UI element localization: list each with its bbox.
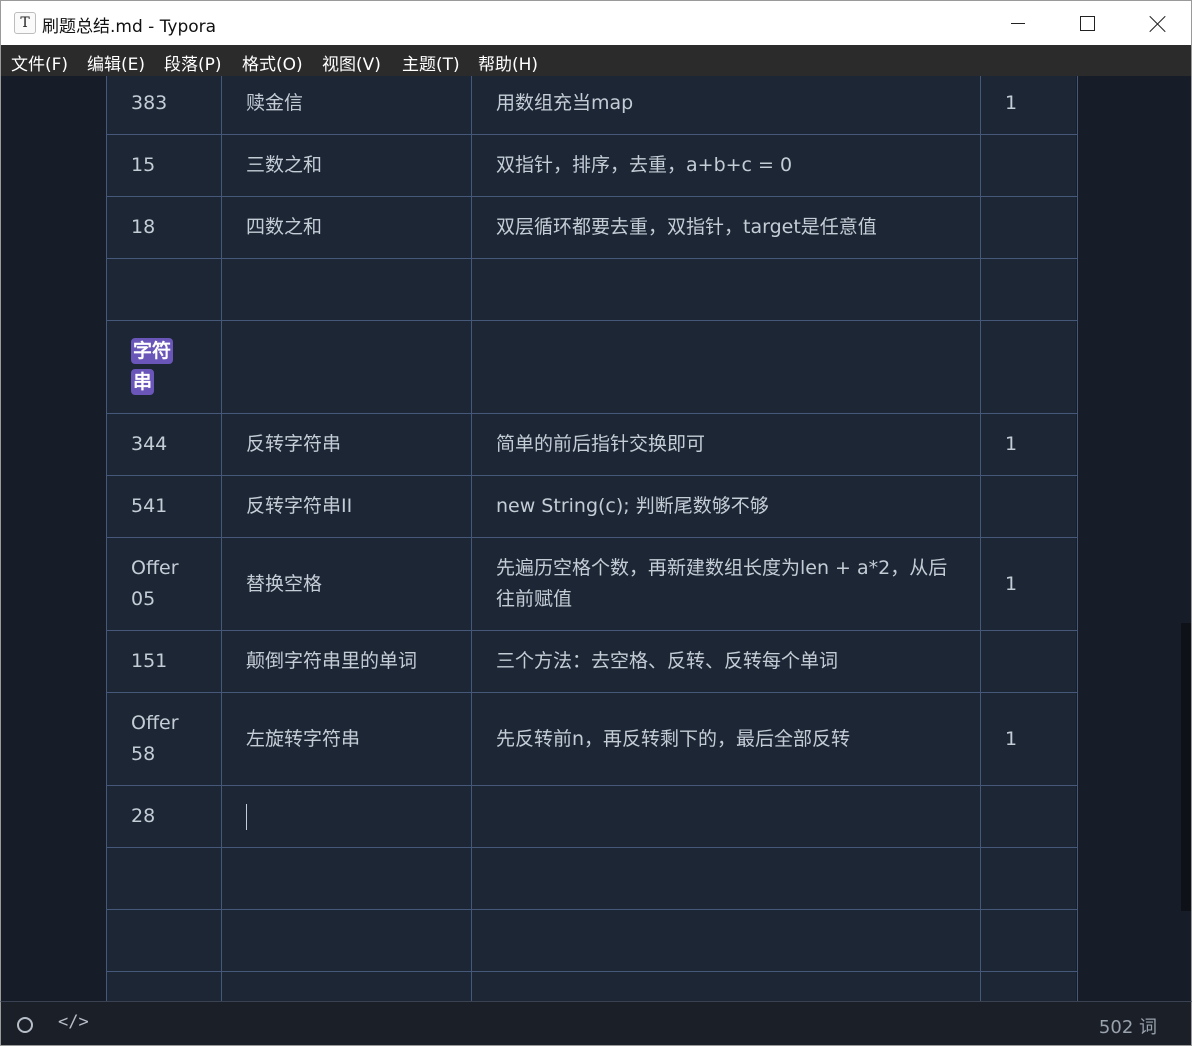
table-row [106,258,1078,321]
cell-no[interactable] [106,971,222,1001]
table-row: 18 四数之和 双层循环都要去重，双指针，target是任意值 [106,196,1078,259]
cell-count[interactable] [980,475,1078,538]
cell-note[interactable]: 三个方法：去空格、反转、反转每个单词 [471,630,981,693]
cell-name[interactable]: 赎金信 [221,76,472,135]
cell-name[interactable]: 替换空格 [221,537,472,631]
cell-name[interactable]: 反转字符串II [221,475,472,538]
table-row: 28 [106,785,1078,848]
cell-no[interactable] [106,909,222,972]
cell-name[interactable] [221,971,472,1001]
cell-count[interactable] [980,630,1078,693]
cell-note[interactable] [471,320,981,414]
cell-no[interactable]: Offer 58 [106,692,222,786]
menu-view[interactable]: 视图(V) [322,50,381,75]
cell-name[interactable]: 左旋转字符串 [221,692,472,786]
table-row: Offer 58 左旋转字符串 先反转前n，再反转剩下的，最后全部反转 1 [106,692,1078,786]
vertical-scrollbar[interactable] [1181,623,1191,911]
cell-count[interactable] [980,847,1078,910]
table-row-section: 字符串 [106,320,1078,414]
cell-note[interactable] [471,785,981,848]
close-button[interactable] [1122,1,1192,45]
minimize-icon [1011,23,1025,24]
table-row [106,847,1078,910]
cell-no[interactable]: Offer 05 [106,537,222,631]
cell-count[interactable]: 1 [980,413,1078,476]
cell-no[interactable]: 383 [106,76,222,135]
cell-count[interactable] [980,134,1078,197]
cell-note[interactable] [471,971,981,1001]
table-row [106,909,1078,972]
menu-bar: 文件(F) 编辑(E) 段落(P) 格式(O) 视图(V) 主题(T) 帮助(H… [0,45,1192,76]
cell-note[interactable] [471,258,981,321]
cell-no[interactable] [106,847,222,910]
circle-icon[interactable] [17,1017,33,1033]
word-count[interactable]: 502 词 [1099,1013,1157,1039]
cell-count[interactable]: 1 [980,537,1078,631]
cell-no[interactable]: 28 [106,785,222,848]
cell-count[interactable] [980,320,1078,414]
section-tag: 字符串 [131,338,174,395]
cell-name[interactable]: 颠倒字符串里的单词 [221,630,472,693]
menu-theme[interactable]: 主题(T) [402,50,460,75]
cell-name[interactable]: 反转字符串 [221,413,472,476]
status-bar: </> 502 词 [0,1001,1192,1046]
maximize-button[interactable] [1053,1,1123,45]
cell-count[interactable] [980,196,1078,259]
cell-count[interactable] [980,909,1078,972]
table-row [106,971,1078,1001]
cell-no[interactable] [106,258,222,321]
cell-count[interactable] [980,785,1078,848]
minimize-button[interactable] [983,1,1053,45]
problem-table: 383 赎金信 用数组充当map 1 15 三数之和 双指针，排序，去重，a+b… [106,76,1078,1001]
cell-name[interactable] [221,909,472,972]
menu-format[interactable]: 格式(O) [242,50,303,75]
cell-note[interactable] [471,847,981,910]
table-row: 541 反转字符串II new String(c); 判断尾数够不够 [106,475,1078,538]
cell-name[interactable]: 三数之和 [221,134,472,197]
cell-no[interactable]: 541 [106,475,222,538]
maximize-icon [1080,16,1095,31]
cell-count[interactable]: 1 [980,76,1078,135]
cell-count[interactable]: 1 [980,692,1078,786]
table-row: 15 三数之和 双指针，排序，去重，a+b+c = 0 [106,134,1078,197]
cell-name[interactable] [221,320,472,414]
text-caret [246,803,247,830]
menu-paragraph[interactable]: 段落(P) [164,50,222,75]
cell-note[interactable]: 简单的前后指针交换即可 [471,413,981,476]
cell-count[interactable] [980,258,1078,321]
cell-note[interactable]: 双层循环都要去重，双指针，target是任意值 [471,196,981,259]
cell-name[interactable]: 四数之和 [221,196,472,259]
cell-count[interactable] [980,971,1078,1001]
cell-no[interactable]: 15 [106,134,222,197]
cell-section[interactable]: 字符串 [106,320,222,414]
menu-file[interactable]: 文件(F) [11,50,68,75]
typora-app-icon: T [14,12,36,34]
cell-name-active[interactable] [221,785,472,848]
menu-help[interactable]: 帮助(H) [478,50,538,75]
table-row: Offer 05 替换空格 先遍历空格个数，再新建数组长度为len + a*2，… [106,537,1078,631]
code-icon[interactable]: </> [58,1012,89,1032]
menu-edit[interactable]: 编辑(E) [87,50,145,75]
table-row: 151 颠倒字符串里的单词 三个方法：去空格、反转、反转每个单词 [106,630,1078,693]
cell-no[interactable]: 151 [106,630,222,693]
cell-name[interactable] [221,258,472,321]
cell-note[interactable]: 双指针，排序，去重，a+b+c = 0 [471,134,981,197]
title-bar: T 刷题总结.md - Typora [0,0,1192,45]
cell-note[interactable]: 用数组充当map [471,76,981,135]
cell-no[interactable]: 344 [106,413,222,476]
cell-note[interactable] [471,909,981,972]
cell-no[interactable]: 18 [106,196,222,259]
cell-note[interactable]: 先遍历空格个数，再新建数组长度为len + a*2，从后往前赋值 [471,537,981,631]
window-title: 刷题总结.md - Typora [42,17,217,37]
table-row: 344 反转字符串 简单的前后指针交换即可 1 [106,413,1078,476]
cell-note[interactable]: 先反转前n，再反转剩下的，最后全部反转 [471,692,981,786]
table-row: 383 赎金信 用数组充当map 1 [106,76,1078,135]
editor-area[interactable]: 383 赎金信 用数组充当map 1 15 三数之和 双指针，排序，去重，a+b… [0,76,1192,1001]
cell-name[interactable] [221,847,472,910]
cell-note[interactable]: new String(c); 判断尾数够不够 [471,475,981,538]
